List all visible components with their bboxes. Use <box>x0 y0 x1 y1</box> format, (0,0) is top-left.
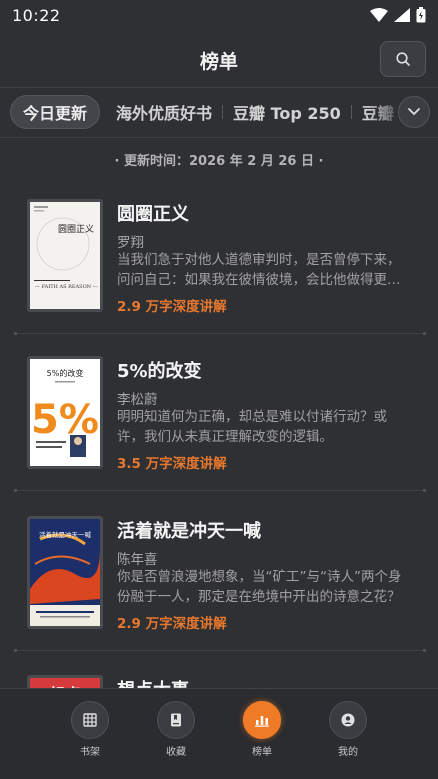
cover-art: 圆圈正义 — FAITH AS REASON — <box>30 202 100 309</box>
chart-icon <box>243 701 281 739</box>
search-button[interactable] <box>380 41 426 77</box>
cover-art: 活着就是冲天一喊 <box>30 519 100 626</box>
status-bar: 10:22 <box>0 0 438 30</box>
tabs-expand-button[interactable] <box>398 96 430 128</box>
item-divider <box>14 489 426 492</box>
cover-title-2: 5%的改变 <box>47 368 84 378</box>
nav-label: 榜单 <box>252 747 272 758</box>
profile-icon <box>329 701 367 739</box>
bookshelf-icon <box>71 701 109 739</box>
book-description: 当我们急于对他人道德审判时，是否曾停下来，问问自己：如果我在彼情彼境，会比他做得… <box>117 252 401 288</box>
book-author: 李松蔚 <box>117 392 158 408</box>
status-icons <box>370 7 426 23</box>
book-author: 陈年喜 <box>117 552 158 568</box>
book-title: 5%的改变 <box>117 361 202 382</box>
nav-rankings[interactable]: 榜单 <box>232 701 292 761</box>
wifi-icon <box>370 8 388 22</box>
bottom-nav: 书架 收藏 榜单 我的 <box>0 688 438 779</box>
cover-art: 想点 <box>30 678 100 688</box>
battery-icon <box>416 7 426 23</box>
book-badge: 2.9 万字深度讲解 <box>117 299 227 315</box>
book-title: 圆圈正义 <box>117 204 189 225</box>
bookmark-icon <box>157 701 195 739</box>
chevron-down-icon <box>408 108 420 115</box>
tab-overseas-books[interactable]: 海外优质好书 <box>106 95 222 129</box>
cover-title-3: 活着就是冲天一喊 <box>39 530 92 539</box>
tab-douban-top250[interactable]: 豆瓣 Top 250 <box>223 95 351 129</box>
tabs-divider <box>0 137 438 138</box>
book-cover[interactable]: 5%的改变 5% <box>27 356 103 469</box>
book-list: 圆圈正义 — FAITH AS REASON — 圆圈正义 罗翔 当我们急于对他… <box>0 183 438 688</box>
item-divider <box>14 649 426 652</box>
item-divider <box>14 332 426 335</box>
cover-subtitle: — FAITH AS REASON — <box>35 284 98 290</box>
book-description: 明明知道何为正确，却总是难以付诸行动？或许，我们从未真正理解改变的逻辑。 <box>117 409 387 445</box>
book-cover[interactable]: 想点 <box>27 675 103 688</box>
book-item[interactable]: 圆圈正义 — FAITH AS REASON — 圆圈正义 罗翔 当我们急于对他… <box>0 183 438 341</box>
header-divider <box>0 87 438 88</box>
category-tabs: 今日更新 海外优质好书 豆瓣 Top 250 豆瓣 <box>0 94 438 132</box>
nav-label: 我的 <box>338 747 358 758</box>
book-badge: 3.5 万字深度讲解 <box>117 456 227 472</box>
book-author: 罗翔 <box>117 235 144 251</box>
header: 榜单 <box>0 34 438 86</box>
nav-label: 收藏 <box>166 747 186 758</box>
book-description: 你是否曾浪漫地想象，当“矿工”与“诗人”两个身份融于一人，那定是在绝境中开出的诗… <box>117 569 402 605</box>
signal-icon <box>394 8 410 22</box>
update-time: · 更新时间：2026 年 2 月 26 日 · <box>114 154 324 169</box>
book-item[interactable]: 5%的改变 5% 5%的改变 李松蔚 明明知道何为正确，却总是难以付诸行动？或许… <box>0 340 438 498</box>
cover-title-1: 圆圈正义 <box>58 224 94 235</box>
book-title: 活着就是冲天一喊 <box>117 521 261 542</box>
page-title: 榜单 <box>199 50 238 73</box>
book-item[interactable]: 想点 想点大事 <box>0 659 438 688</box>
cover-big-text: 5% <box>31 397 99 443</box>
nav-favorites[interactable]: 收藏 <box>146 701 206 761</box>
nav-label: 书架 <box>80 747 100 758</box>
book-item[interactable]: 活着就是冲天一喊 活着就是冲天一喊 陈年喜 你是否曾浪漫地想象，当“矿工”与“诗… <box>0 500 438 658</box>
nav-profile[interactable]: 我的 <box>318 701 378 761</box>
book-title: 想点大事 <box>117 676 189 688</box>
search-icon <box>396 52 410 66</box>
tab-today-updates[interactable]: 今日更新 <box>10 95 101 129</box>
status-time: 10:22 <box>12 5 61 25</box>
cover-art: 5%的改变 5% <box>30 359 100 466</box>
book-cover[interactable]: 活着就是冲天一喊 <box>27 516 103 629</box>
book-cover[interactable]: 圆圈正义 — FAITH AS REASON — <box>27 199 103 312</box>
book-badge: 2.9 万字深度讲解 <box>117 616 227 632</box>
nav-bookshelf[interactable]: 书架 <box>60 701 120 761</box>
